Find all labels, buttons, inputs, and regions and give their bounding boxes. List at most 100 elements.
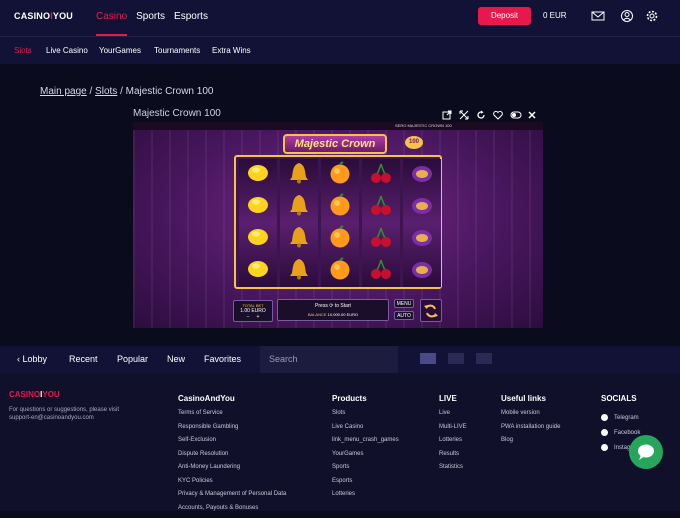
footer-link[interactable]: Sports [332,464,399,478]
game-top-text: SERO MAJESTIC CROWN 100 [395,123,452,128]
footer-link[interactable]: Multi-LIVE [439,424,467,438]
instagram-icon [601,444,608,451]
social-telegram[interactable]: Telegram [601,410,641,425]
footer-col-title: Useful links [501,394,560,403]
footer-logo[interactable]: CASINOIYOU [9,390,60,399]
footer-link[interactable]: Live [439,410,467,424]
lemon-symbol-icon [246,257,270,281]
footer-link[interactable]: Privacy & Management of Personal Data [178,491,286,505]
footer-logo-casino: CASINO [9,390,40,399]
footer-link[interactable]: Dispute Resolution [178,451,286,465]
footer-link[interactable]: link_menu_crash_games [332,437,399,451]
support-email[interactable]: support-en@casinoandyou.com [9,414,149,422]
lobby-back-button[interactable]: ‹ Lobby [17,354,47,364]
chat-button[interactable] [629,435,663,469]
deposit-button[interactable]: Deposit [478,7,531,25]
view-single-icon[interactable] [420,353,436,364]
toggle-icon[interactable] [510,107,527,119]
footer-link[interactable]: Accounts, Payouts & Bonuses [178,505,286,518]
external-link-icon[interactable] [442,107,459,119]
footer-link[interactable]: Terms of Service [178,410,286,424]
footer-link[interactable]: Lotteries [439,437,467,451]
plum-symbol-icon [410,257,434,281]
footer-link[interactable]: Anti-Money Laundering [178,464,286,478]
view-mode-switch [420,353,504,364]
close-icon[interactable] [527,107,544,119]
breadcrumb-separator: / [120,86,123,97]
game-logo-badge: 100 [405,136,423,149]
plum-symbol-icon [410,225,434,249]
view-double-icon[interactable] [448,353,464,364]
breadcrumb-home[interactable]: Main page [40,86,87,97]
bet-minus-button[interactable]: − [247,314,250,320]
game-toolbar [442,107,544,119]
footer-col-products: Products Slots Live Casino link_menu_cra… [332,394,399,505]
fullscreen-icon[interactable] [459,107,476,119]
footer-link[interactable]: Blog [501,437,560,451]
logo[interactable]: CASINOIYOU [14,11,73,21]
footer-col-useful-links: Useful links Mobile version PWA installa… [501,394,560,451]
bet-plus-button[interactable]: + [256,314,259,320]
balance-display: 0 EUR [543,11,567,20]
game-frame[interactable]: SERO MAJESTIC CROWN 100 Majestic Crown 1… [133,122,543,328]
facebook-icon [601,429,608,436]
footer-link[interactable]: Live Casino [332,424,399,438]
footer-note: For questions or suggestions, please vis… [9,406,149,422]
footer-link[interactable]: Mobile version [501,410,560,424]
settings-icon[interactable] [645,9,659,23]
filter-favorites[interactable]: Favorites [204,354,241,364]
footer-col-title: LIVE [439,394,467,403]
footer-link[interactable]: Lotteries [332,491,399,505]
breadcrumb: Main page / Slots / Majestic Crown 100 [40,86,213,97]
filter-popular[interactable]: Popular [117,354,148,364]
nav-sports[interactable]: Sports [136,0,165,36]
filter-recent[interactable]: Recent [69,354,98,364]
favorite-icon[interactable] [493,107,510,119]
footer-logo-you: YOU [42,390,59,399]
footer-link[interactable]: Statistics [439,464,467,478]
footer-link[interactable]: Results [439,451,467,465]
footer-link[interactable]: KYC Policies [178,478,286,492]
footer-col-casinoandyou: CasinoAndYou Terms of Service Responsibl… [178,394,286,518]
to-start-text: to Start [335,303,351,309]
footer-note-text: For questions or suggestions, please vis… [9,406,149,414]
footer-link[interactable]: Esports [332,478,399,492]
nav-casino[interactable]: Casino [96,0,127,36]
reload-icon[interactable] [476,107,493,119]
cherry-symbol-icon [369,225,393,249]
footer-link[interactable]: Responsible Gambling [178,424,286,438]
spin-button[interactable] [420,299,442,322]
footer-link[interactable]: YourGames [332,451,399,465]
orange-symbol-icon [328,193,352,217]
footer-col-title: SOCIALS [601,394,641,403]
search-input[interactable]: Search [260,346,398,373]
menu-button[interactable]: MENU [394,299,414,308]
plum-symbol-icon [410,161,434,185]
orange-symbol-icon [328,225,352,249]
subnav-yourgames[interactable]: YourGames [99,46,141,55]
footer-link[interactable]: Slots [332,410,399,424]
game-logo-banner: Majestic Crown [283,134,387,154]
user-icon[interactable] [620,9,634,23]
subnav-tournaments[interactable]: Tournaments [154,46,200,55]
logo-text-casino: CASINO [14,11,50,21]
footer-link[interactable]: Self-Exclusion [178,437,286,451]
subnav-live-casino[interactable]: Live Casino [46,46,88,55]
logo-text-you: YOU [53,11,73,21]
auto-button[interactable]: AUTO [394,311,414,320]
cherry-symbol-icon [369,193,393,217]
subnav-extra-wins[interactable]: Extra Wins [212,46,251,55]
game-controls: TOTAL BET 1.00 EURO − + Press ⟳ to Start… [233,299,443,322]
main-nav: Casino Sports Esports [96,0,217,36]
game-top-strip: SERO MAJESTIC CROWN 100 [133,122,543,130]
nav-esports[interactable]: Esports [174,0,208,36]
spin-info-box[interactable]: Press ⟳ to Start BALANCE 10,000.00 EURO [277,299,389,321]
bell-symbol-icon [287,225,311,249]
mail-icon[interactable] [591,9,605,23]
view-quad-icon[interactable] [476,353,492,364]
spin-arrows-icon [422,302,440,320]
subnav-slots[interactable]: Slots [14,46,32,55]
breadcrumb-slots[interactable]: Slots [95,86,117,97]
footer-link[interactable]: PWA installation guide [501,424,560,438]
filter-new[interactable]: New [167,354,185,364]
